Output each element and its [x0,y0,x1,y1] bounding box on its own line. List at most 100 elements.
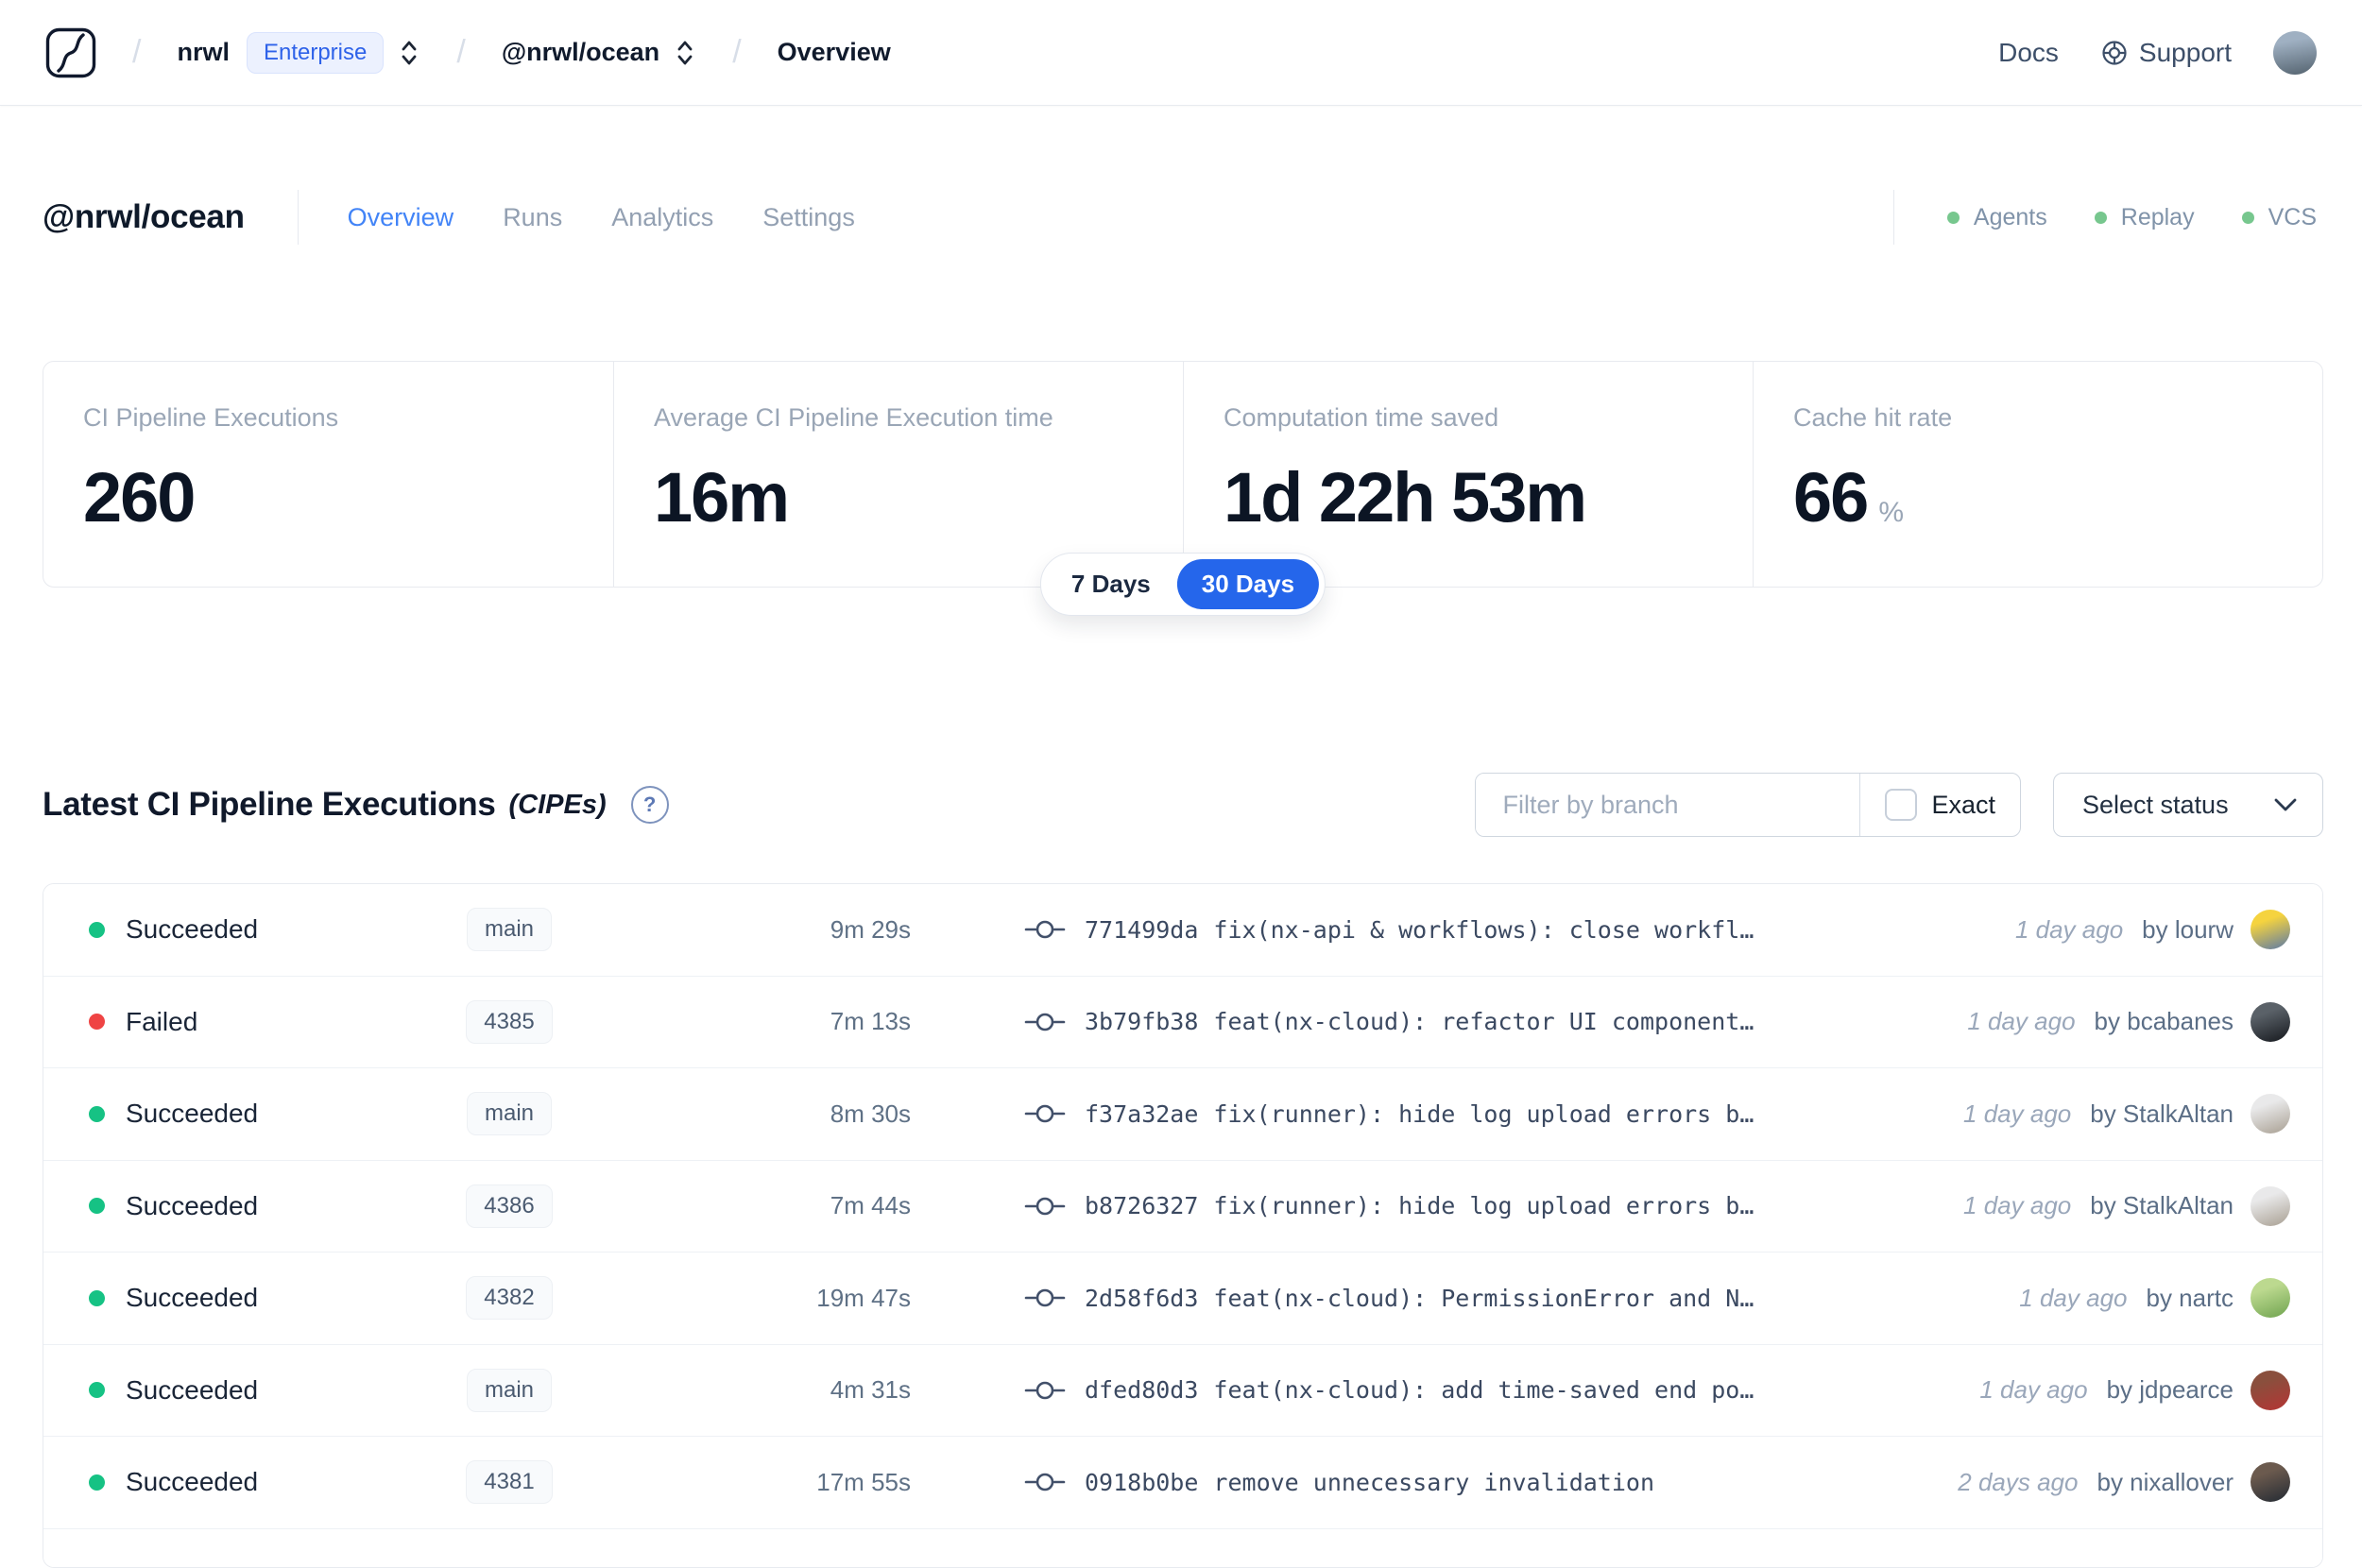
stat-suffix: % [1878,497,1904,528]
commit-hash[interactable]: 771499da [1085,916,1198,944]
time-ago: 1 day ago [1967,1007,2076,1036]
duration: 7m 13s [830,1007,911,1036]
status-dot-icon [89,1198,105,1215]
breadcrumb-separator: / [132,34,142,70]
author: by StalkAltan [2090,1099,2234,1128]
branch-badge[interactable]: 4382 [466,1276,553,1321]
tab-settings[interactable]: Settings [762,203,855,232]
workspace-switcher-chevron-icon[interactable] [674,38,696,68]
duration: 17m 55s [816,1467,911,1496]
commit-hash[interactable]: 0918b0be [1085,1469,1198,1496]
branch-badge[interactable]: 4381 [466,1460,553,1505]
git-commit-icon [1024,1473,1066,1491]
avatar [2251,1094,2290,1134]
life-ring-icon [2102,40,2127,65]
tab-overview[interactable]: Overview [348,203,454,232]
stat-label: Computation time saved [1224,403,1499,432]
branch-badge[interactable]: main [466,1368,553,1412]
chevron-down-icon [2274,798,2297,811]
user-avatar[interactable] [2273,30,2317,75]
author: by nixallover [2097,1467,2234,1496]
status-label: Failed [126,1006,198,1036]
exact-label: Exact [1931,790,1995,819]
table-row[interactable]: Succeeded 4386 7m 44s b8726327 fix(runne… [43,1159,2322,1252]
status-label: Succeeded [126,1467,259,1497]
breadcrumb-separator: / [456,34,466,70]
commit-hash[interactable]: f37a32ae [1085,1100,1198,1128]
table-row[interactable]: Succeeded 4381 17m 55s 0918b0be remove u… [43,1436,2322,1528]
status-label: Succeeded [126,1099,259,1129]
commit-message: feat(nx-cloud): refactor UI component… [1213,1008,1754,1036]
time-ago: 1 day ago [2014,914,2124,944]
branch-badge[interactable]: 4386 [466,1184,553,1228]
table-row[interactable]: Failed 4385 7m 13s 3b79fb38 feat(nx-clou… [43,975,2322,1067]
status-select-button[interactable]: Select status [2053,773,2323,837]
stat-value: 260 [83,458,196,537]
nx-cloud-logo-icon[interactable] [45,27,96,78]
commit-hash[interactable]: dfed80d3 [1085,1376,1198,1404]
top-navbar: / nrwl Enterprise / @nrwl/ocean / Overvi… [0,0,2362,106]
git-commit-icon [1024,1104,1066,1123]
exact-checkbox[interactable] [1885,789,1918,821]
status-dot-icon [89,1289,105,1306]
git-commit-icon [1024,920,1066,939]
stat-label: Average CI Pipeline Execution time [654,403,1053,432]
status-select-label: Select status [2082,790,2229,819]
stat-card-cache-hit-rate: Cache hit rate 66% [1753,362,2322,587]
indicator-vcs[interactable]: VCS [2241,204,2317,231]
stat-value: 66 [1793,458,1869,537]
table-row[interactable]: Succeeded main 9m 29s 771499da fix(nx-ap… [43,884,2322,976]
stat-value: 1d 22h 53m [1224,458,1587,537]
table-row[interactable]: Succeeded 4382 19m 47s 2d58f6d3 feat(nx-… [43,1252,2322,1344]
breadcrumb-org[interactable]: nrwl [177,38,230,67]
green-dot-icon [2241,211,2254,224]
branch-filter-group: Exact [1475,773,2021,837]
indicator-replay[interactable]: Replay [2094,204,2195,231]
branch-filter-input[interactable] [1476,774,1860,836]
stat-card-ci-pipeline-executions: CI Pipeline Executions 260 [43,362,613,587]
feature-indicators: Agents Replay VCS [1892,190,2317,245]
stat-value: 16m [654,458,790,537]
commit-hash[interactable]: 2d58f6d3 [1085,1285,1198,1312]
branch-badge[interactable]: main [466,1092,553,1136]
stat-label: Cache hit rate [1793,403,1953,432]
green-dot-icon [1946,211,1960,224]
section-title: Latest CI Pipeline Executions [43,786,496,823]
status-dot-icon [89,921,105,938]
branch-badge[interactable]: 4385 [466,999,553,1044]
table-row[interactable]: Succeeded main 8m 30s f37a32ae fix(runne… [43,1067,2322,1160]
table-row[interactable]: Succeeded main 4m 31s dfed80d3 feat(nx-c… [43,1343,2322,1436]
breadcrumb-page: Overview [777,38,891,66]
period-7-days-button[interactable]: 7 Days [1047,559,1175,609]
indicator-agents[interactable]: Agents [1946,204,2047,231]
commit-message: fix(nx-api & workflows): close workfl… [1213,915,1754,944]
help-icon[interactable]: ? [630,786,669,824]
status-dot-icon [89,1014,105,1031]
git-commit-icon [1024,1013,1066,1031]
commit-message: fix(runner): hide log upload errors b… [1213,1099,1754,1128]
breadcrumb-separator: / [732,34,742,70]
status-dot-icon [89,1382,105,1399]
author: by nartc [2146,1283,2234,1312]
tab-analytics[interactable]: Analytics [611,203,713,232]
time-ago: 1 day ago [1963,1099,2072,1128]
breadcrumb-workspace[interactable]: @nrwl/ocean [502,38,659,67]
git-commit-icon [1024,1288,1066,1307]
avatar [2251,910,2290,950]
tab-runs[interactable]: Runs [503,203,562,232]
duration: 7m 44s [830,1191,911,1220]
section-title-suffix: (CIPEs) [508,789,607,820]
time-ago: 1 day ago [2019,1283,2128,1312]
period-30-days-button[interactable]: 30 Days [1176,559,1320,609]
commit-hash[interactable]: 3b79fb38 [1085,1008,1198,1035]
org-switcher-chevron-icon[interactable] [398,38,420,68]
branch-badge[interactable]: main [466,908,553,952]
cipe-table: Succeeded main 9m 29s 771499da fix(nx-ap… [43,883,2323,1568]
commit-hash[interactable]: b8726327 [1085,1192,1198,1219]
avatar [2251,1001,2290,1042]
author: by StalkAltan [2090,1191,2234,1220]
green-dot-icon [2094,211,2107,224]
stat-label: CI Pipeline Executions [83,403,339,432]
support-link[interactable]: Support [2100,38,2232,68]
docs-link[interactable]: Docs [1998,38,2059,68]
